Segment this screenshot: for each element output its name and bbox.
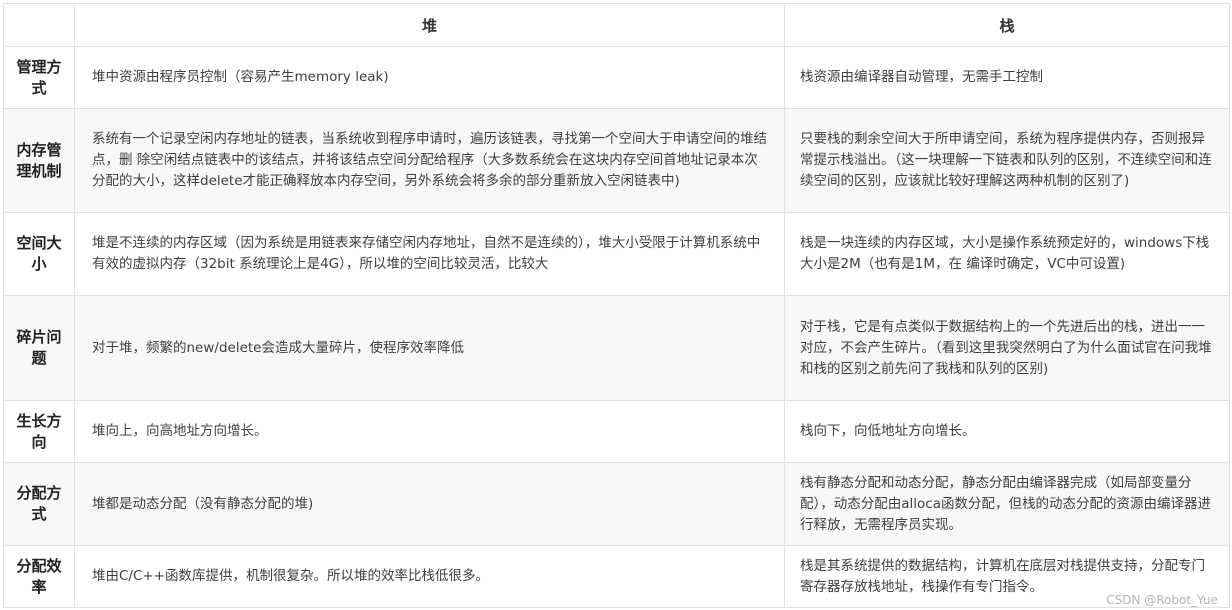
row-label: 内存管理机制 bbox=[3, 108, 75, 213]
stack-cell: 栈有静态分配和动态分配，静态分配由编译器完成（如局部变量分配），动态分配由all… bbox=[784, 462, 1230, 546]
row-label: 碎片问题 bbox=[3, 295, 75, 401]
row-label: 分配方式 bbox=[3, 462, 75, 546]
heap-cell: 堆都是动态分配（没有静态分配的堆) bbox=[74, 462, 785, 546]
table-row: 碎片问题 对于堆，频繁的new/delete会造成大量碎片，使程序效率降低 对于… bbox=[3, 295, 1230, 401]
row-label: 生长方向 bbox=[3, 400, 75, 463]
comparison-table: 堆 栈 管理方式 堆中资源由程序员控制（容易产生memory leak) 栈资源… bbox=[3, 3, 1230, 608]
heap-cell: 堆由C/C++函数库提供，机制很复杂。所以堆的效率比栈低很多。 bbox=[74, 545, 785, 608]
stack-cell: 只要栈的剩余空间大于所申请空间，系统为程序提供内存，否则报异常提示栈溢出。（这一… bbox=[784, 108, 1230, 213]
watermark: CSDN @Robot_Yue bbox=[1106, 593, 1218, 607]
table-row: 空间大小 堆是不连续的内存区域（因为系统是用链表来存储空闲内存地址，自然不是连续… bbox=[3, 212, 1230, 296]
row-label: 分配效率 bbox=[3, 545, 75, 608]
table-row: 分配方式 堆都是动态分配（没有静态分配的堆) 栈有静态分配和动态分配，静态分配由… bbox=[3, 462, 1230, 546]
table-row: 管理方式 堆中资源由程序员控制（容易产生memory leak) 栈资源由编译器… bbox=[3, 46, 1230, 109]
header-heap: 堆 bbox=[74, 3, 785, 47]
header-corner bbox=[3, 3, 75, 47]
heap-cell: 堆向上，向高地址方向增长。 bbox=[74, 400, 785, 463]
heap-cell: 对于堆，频繁的new/delete会造成大量碎片，使程序效率降低 bbox=[74, 295, 785, 401]
row-label: 管理方式 bbox=[3, 46, 75, 109]
header-row: 堆 栈 bbox=[3, 3, 1230, 47]
stack-cell: 栈资源由编译器自动管理，无需手工控制 bbox=[784, 46, 1230, 109]
heap-cell: 堆是不连续的内存区域（因为系统是用链表来存储空闲内存地址，自然不是连续的），堆大… bbox=[74, 212, 785, 296]
heap-cell: 系统有一个记录空闲内存地址的链表，当系统收到程序申请时，遍历该链表，寻找第一个空… bbox=[74, 108, 785, 213]
stack-cell: 栈向下，向低地址方向增长。 bbox=[784, 400, 1230, 463]
table-row: 生长方向 堆向上，向高地址方向增长。 栈向下，向低地址方向增长。 bbox=[3, 400, 1230, 463]
header-stack: 栈 bbox=[784, 3, 1230, 47]
row-label: 空间大小 bbox=[3, 212, 75, 296]
stack-cell: 栈是一块连续的内存区域，大小是操作系统预定好的，windows下栈大小是2M（也… bbox=[784, 212, 1230, 296]
heap-cell: 堆中资源由程序员控制（容易产生memory leak) bbox=[74, 46, 785, 109]
table-row: 分配效率 堆由C/C++函数库提供，机制很复杂。所以堆的效率比栈低很多。 栈是其… bbox=[3, 545, 1230, 608]
table-row: 内存管理机制 系统有一个记录空闲内存地址的链表，当系统收到程序申请时，遍历该链表… bbox=[3, 108, 1230, 213]
stack-cell: 对于栈，它是有点类似于数据结构上的一个先进后出的栈，进出一一对应，不会产生碎片。… bbox=[784, 295, 1230, 401]
